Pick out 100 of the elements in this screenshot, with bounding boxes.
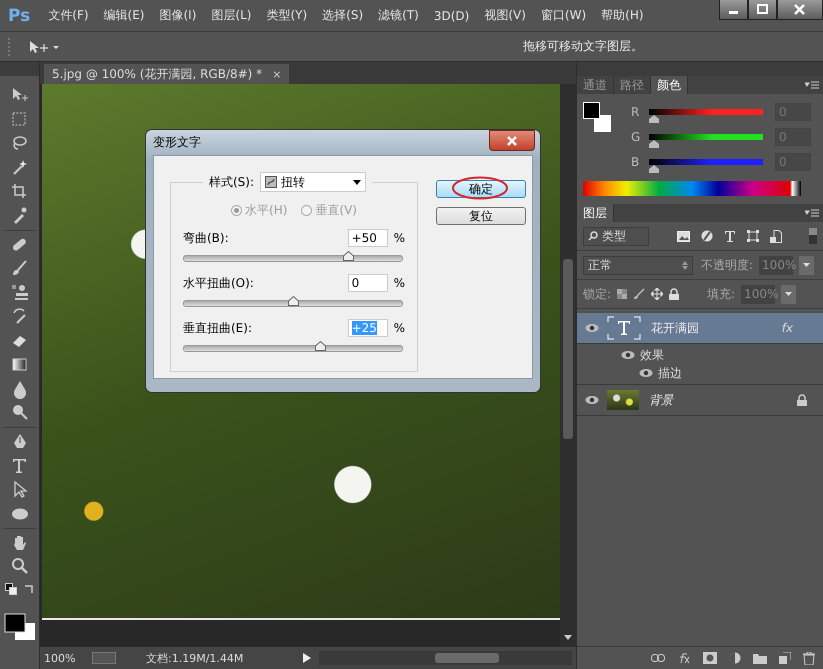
menu-item[interactable]: 帮助(H) [601,7,644,24]
default-colors-icon[interactable] [4,583,16,595]
tab-close-button[interactable]: × [272,68,282,80]
slider-label: 垂直扭曲(E): [183,320,253,336]
adjustment-icon[interactable] [729,652,741,664]
adjustment-filter-icon[interactable] [701,230,713,242]
shape-filter-icon[interactable] [747,230,759,242]
layer-row[interactable]: 背景 [577,385,823,416]
menu-item[interactable]: 类型(Y) [266,7,308,24]
eye-icon[interactable] [585,395,599,405]
search-icon [588,231,598,241]
fill-label: 填充: [707,286,736,302]
maximize-icon[interactable] [748,0,777,20]
menu-item[interactable]: 图层(L) [211,7,252,24]
smart-object-filter-icon[interactable] [770,230,782,242]
panel-menu-icon[interactable] [805,209,819,217]
dropdown-button[interactable] [799,256,814,274]
mask-icon[interactable] [703,652,717,664]
stepper-icon [682,260,688,270]
photo-thumbnail [607,390,639,410]
play-icon[interactable] [303,653,312,663]
filter-toggle-icon[interactable] [809,228,817,244]
filter-dropdown[interactable]: 类型 [583,226,649,246]
color-swatches-icon[interactable] [2,613,36,641]
color-spectrum[interactable] [583,181,801,196]
menu-item[interactable]: 视图(V) [484,7,526,24]
new-layer-icon[interactable] [779,652,791,664]
zoom-level: 100% [43,652,76,664]
panel-menu-icon[interactable] [805,81,819,89]
minimize-icon[interactable] [719,0,748,20]
channel-gradient-bar[interactable] [649,134,763,140]
slider-thumb[interactable] [315,341,326,351]
unit-label: % [394,276,405,290]
slider-thumb[interactable] [288,296,299,306]
menu-item[interactable]: 图像(I) [160,7,196,24]
fx-icon[interactable] [677,652,691,664]
menu-item[interactable]: 滤镜(T) [378,7,419,24]
slider-thumb[interactable] [342,251,354,261]
menu-item[interactable]: 文件(F) [48,7,89,24]
menu-item[interactable]: 编辑(E) [104,7,144,24]
channel-gradient-bar[interactable] [649,108,763,114]
eye-icon[interactable] [639,368,653,378]
eye-icon[interactable] [621,350,635,360]
caret-icon [785,292,792,296]
warp-style-icon [265,176,278,188]
layer-name: 背景 [649,392,675,408]
caret-icon [353,180,362,184]
value-field[interactable]: +50 [348,229,388,247]
stamp-icon[interactable] [10,283,30,303]
unit-label: % [394,321,405,335]
brush-icon[interactable] [633,288,646,300]
dropdown-button[interactable] [781,284,796,304]
document-tab[interactable]: 5.jpg @ 100% (花开满园, RGB/8#) * × [44,64,290,84]
menu-item[interactable]: 窗口(W) [540,7,586,24]
unit-label: % [394,231,405,245]
close-icon [507,136,517,146]
layer-name: 花开满园 [651,320,700,336]
lock-icon[interactable] [669,288,680,300]
type-filter-icon[interactable] [724,230,736,242]
scrollbar-thumb[interactable] [563,259,573,439]
eye-icon[interactable] [585,323,599,333]
panel-tab[interactable]: 通道 [577,76,614,94]
effect-name: 效果 [640,346,664,364]
close-button[interactable] [489,130,535,151]
document-title: 5.jpg @ 100% (花开满园, RGB/8#) * [52,66,262,82]
style-dropdown[interactable]: 扭转 [260,172,366,192]
preview-icon [92,652,116,664]
dialog-button[interactable]: 复位 [436,207,526,225]
folder-icon[interactable] [753,652,767,664]
trash-icon[interactable] [803,652,815,664]
move-icon[interactable] [651,288,664,300]
move-tool-icon[interactable] [28,40,60,54]
link-icon[interactable] [651,654,665,662]
lock-label: 锁定: [583,286,612,302]
fx-label: fx [782,321,793,335]
vertical-scrollbar[interactable] [560,84,576,647]
effect-name: 描边 [658,364,682,382]
layer-row[interactable]: 花开满园 fx [577,313,823,344]
text-layer-thumbnail [607,316,641,340]
swap-colors-icon[interactable] [22,583,34,595]
blend-mode-dropdown[interactable]: 正常 [583,256,693,274]
scroll-down-arrow-icon[interactable] [564,635,572,641]
channel-label: G [631,130,641,144]
close-icon[interactable] [777,0,823,20]
foreground-color-swatch[interactable] [583,102,600,119]
menu-item[interactable]: 选择(S) [322,7,364,24]
value-field[interactable]: 0 [348,274,388,292]
scrollbar-thumb[interactable] [435,653,500,663]
image-filter-icon[interactable] [677,230,690,242]
app-logo: Ps [8,6,30,26]
panel-tab[interactable]: 颜色 [651,76,688,94]
dialog-title: 变形文字 [153,134,201,151]
horizontal-scrollbar[interactable] [319,651,572,665]
menu-item[interactable]: 3D(D) [434,8,470,22]
background-color-swatch[interactable] [594,115,611,132]
tool-hint: 拖移可移动文字图层。 [523,38,643,55]
lock-transparency-icon[interactable] [617,289,628,299]
opacity-label: 不透明度: [701,256,754,274]
document-size: 文档:1.19M/1.44M [146,650,244,666]
panel-tab[interactable]: 图层 [577,204,614,222]
